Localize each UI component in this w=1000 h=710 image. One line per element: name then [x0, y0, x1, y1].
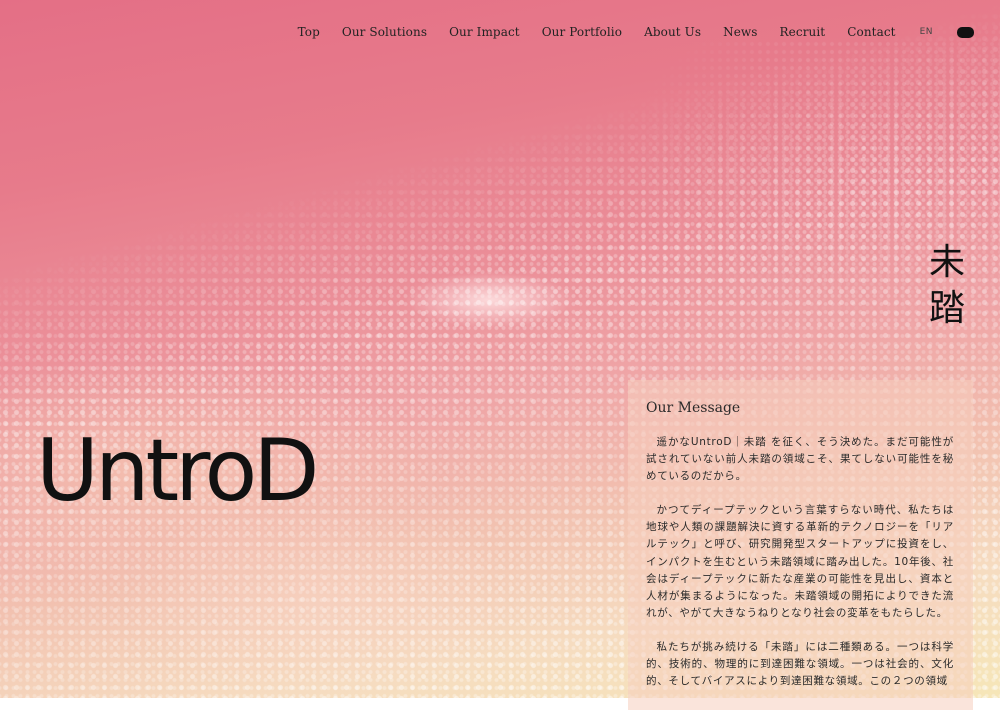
nav-our-portfolio[interactable]: Our Portfolio: [542, 25, 622, 39]
nav-contact[interactable]: Contact: [847, 25, 895, 39]
nav-news[interactable]: News: [723, 25, 757, 39]
message-heading: Our Message: [646, 400, 741, 416]
message-paragraph-2: かつてディープテックという言葉すらない時代、私たちは地球や人類の課題解決に資する…: [646, 504, 954, 619]
vertical-title: 未 踏: [927, 240, 967, 332]
our-message-panel: Our Message 遥かなUntroD｜未踏 を征く、そう決めた。まだ可能性…: [628, 380, 973, 710]
nav-recruit[interactable]: Recruit: [780, 25, 826, 39]
message-paragraph-1: 遥かなUntroD｜未踏 を征く、そう決めた。まだ可能性が試されていない前人未踏…: [646, 436, 954, 483]
language-switch[interactable]: EN: [920, 27, 933, 37]
untrod-logo: UntroD: [36, 421, 319, 521]
nav-top[interactable]: Top: [298, 25, 320, 39]
message-paragraph-3: 私たちが挑み続ける「未踏」には二種類ある。一つは科学的、技術的、物理的に到達困難…: [646, 640, 954, 688]
vertical-title-char-1: 未: [928, 242, 965, 283]
main-navigation: Top Our Solutions Our Impact Our Portfol…: [298, 22, 974, 42]
nav-our-solutions[interactable]: Our Solutions: [342, 25, 427, 39]
menu-toggle-button[interactable]: [957, 26, 974, 38]
nav-our-impact[interactable]: Our Impact: [449, 25, 520, 39]
nav-about-us[interactable]: About Us: [644, 25, 701, 39]
vertical-title-char-2: 踏: [928, 288, 965, 329]
